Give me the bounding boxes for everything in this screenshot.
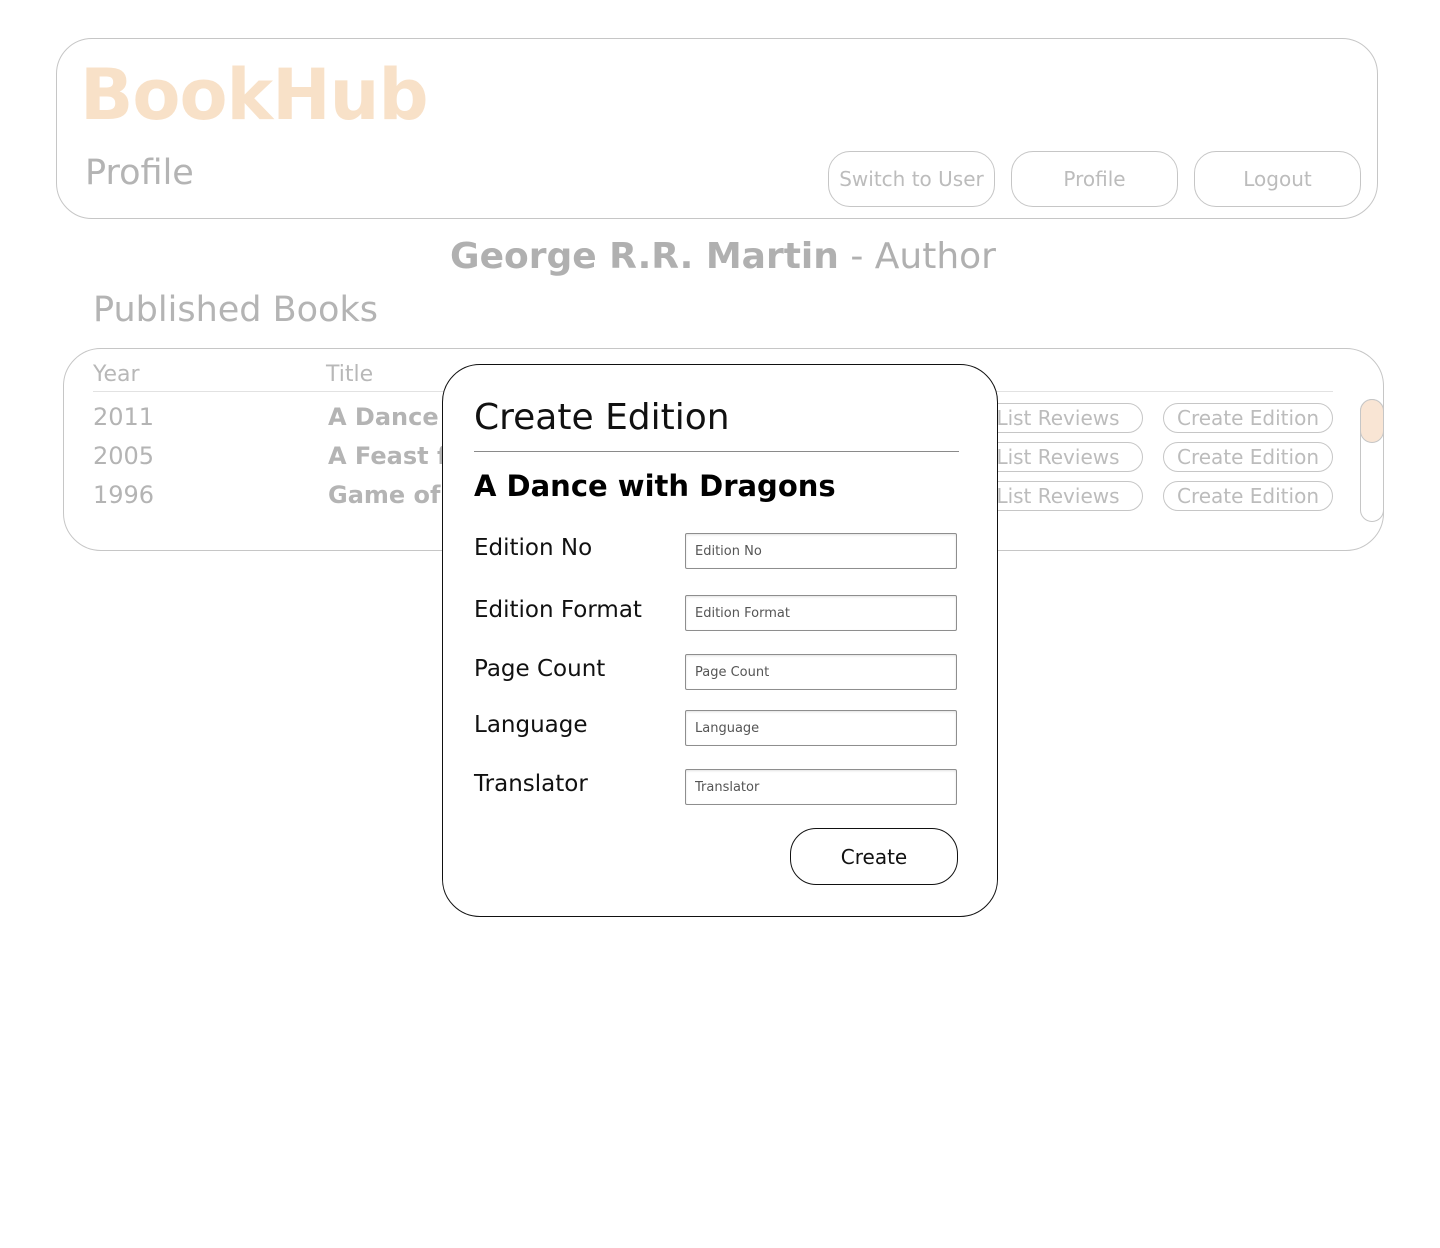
author-name: George R.R. Martin — [450, 236, 839, 277]
create-edition-modal: Create Edition A Dance with Dragons Edit… — [442, 364, 998, 917]
edition-format-input[interactable] — [685, 595, 957, 631]
edition-no-label: Edition No — [474, 535, 593, 561]
page: BookHub Profile Switch to User Profile L… — [0, 0, 1440, 1248]
page-count-input[interactable] — [685, 654, 957, 690]
language-label: Language — [474, 712, 588, 738]
language-input[interactable] — [685, 710, 957, 746]
translator-label: Translator — [474, 771, 588, 797]
brand-logo[interactable]: BookHub — [80, 57, 429, 134]
list-reviews-button[interactable]: List Reviews — [973, 481, 1143, 511]
profile-button[interactable]: Profile — [1011, 151, 1178, 207]
edition-no-input[interactable] — [685, 533, 957, 569]
author-heading: George R.R. Martin - Author — [0, 236, 1440, 277]
column-header-year: Year — [93, 362, 140, 387]
modal-title: Create Edition — [474, 397, 730, 438]
row-year: 1996 — [93, 481, 155, 509]
row-year: 2011 — [93, 403, 155, 431]
scrollbar-thumb[interactable] — [1360, 399, 1384, 443]
create-edition-button[interactable]: Create Edition — [1163, 403, 1333, 433]
published-books-title: Published Books — [93, 290, 378, 330]
edition-format-label: Edition Format — [474, 597, 642, 623]
logout-button[interactable]: Logout — [1194, 151, 1361, 207]
column-header-title: Title — [326, 362, 374, 387]
table-scrollbar[interactable] — [1360, 399, 1384, 522]
page-heading: Profile — [85, 153, 194, 193]
app-header: BookHub Profile Switch to User Profile L… — [56, 38, 1378, 219]
page-count-label: Page Count — [474, 656, 606, 682]
create-edition-button[interactable]: Create Edition — [1163, 442, 1333, 472]
row-year: 2005 — [93, 442, 155, 470]
create-edition-button[interactable]: Create Edition — [1163, 481, 1333, 511]
list-reviews-button[interactable]: List Reviews — [973, 442, 1143, 472]
switch-to-user-button[interactable]: Switch to User — [828, 151, 995, 207]
list-reviews-button[interactable]: List Reviews — [973, 403, 1143, 433]
modal-divider — [474, 451, 959, 452]
translator-input[interactable] — [685, 769, 957, 805]
create-button[interactable]: Create — [790, 828, 958, 885]
author-role: - Author — [838, 236, 996, 277]
modal-book-title: A Dance with Dragons — [474, 469, 836, 503]
